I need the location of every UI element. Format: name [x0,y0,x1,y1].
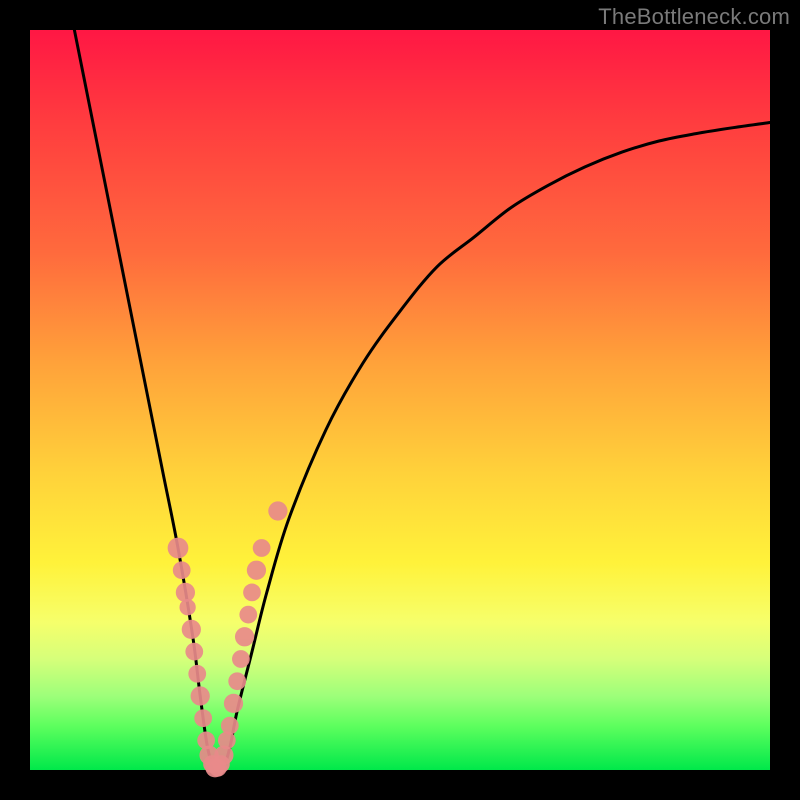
data-marker [224,694,243,713]
data-marker [218,732,236,750]
data-marker [253,539,271,557]
data-marker [176,583,195,602]
data-marker [194,709,212,727]
data-marker [239,606,257,624]
marker-group [168,501,288,777]
data-marker [228,672,246,690]
data-marker [247,561,266,580]
bottleneck-curve [74,30,770,773]
watermark-text: TheBottleneck.com [598,4,790,30]
data-marker [182,620,201,639]
data-marker [243,584,261,602]
data-marker [168,538,189,559]
data-marker [173,561,191,579]
data-marker [268,501,287,520]
plot-area [30,30,770,770]
data-marker [185,643,203,661]
data-marker [188,665,206,683]
data-marker [191,686,210,705]
chart-frame: TheBottleneck.com [0,0,800,800]
curve-svg [30,30,770,770]
data-marker [232,650,250,668]
data-marker [179,599,195,615]
data-marker [235,627,254,646]
data-marker [221,717,239,735]
